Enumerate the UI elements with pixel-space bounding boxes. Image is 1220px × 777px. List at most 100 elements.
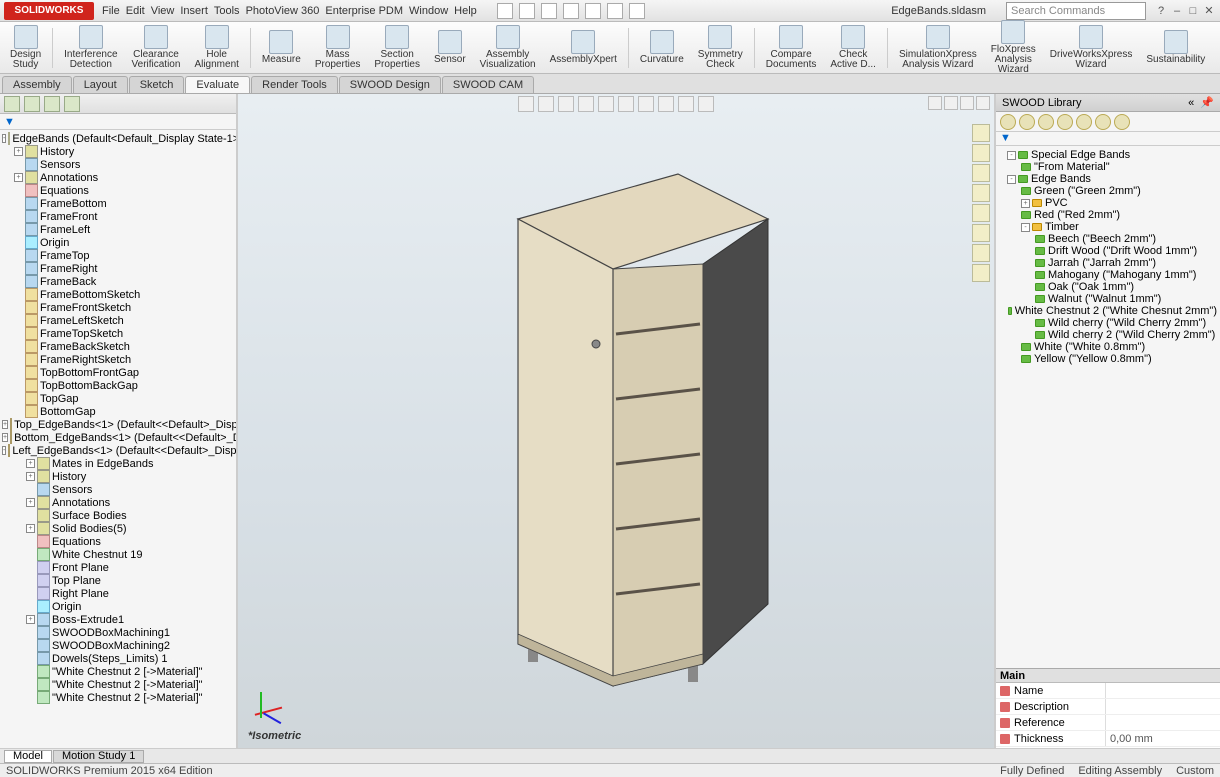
tree-item[interactable]: FrameBack [2, 275, 234, 288]
expand-icon[interactable]: + [1021, 199, 1030, 208]
tree-item[interactable]: TopBottomBackGap [2, 379, 234, 392]
expand-icon[interactable]: + [14, 147, 23, 156]
taskpane-custom-props-icon[interactable] [972, 224, 990, 242]
tree-item[interactable]: "White Chestnut 2 [->Material]" [2, 678, 234, 691]
swood-tool-4-icon[interactable] [1057, 114, 1073, 130]
menu-insert[interactable]: Insert [180, 5, 208, 17]
library-item[interactable]: Wild cherry 2 ("Wild Cherry 2mm") [999, 329, 1217, 341]
tree-item[interactable]: TopGap [2, 392, 234, 405]
menu-view[interactable]: View [151, 5, 175, 17]
tree-item[interactable]: +Annotations [2, 171, 234, 184]
tree-item[interactable]: +Top_EdgeBands<1> (Default<<Default>_Dis… [2, 418, 234, 431]
vp-minimize-icon[interactable] [944, 96, 958, 110]
tree-item[interactable]: Origin [2, 236, 234, 249]
menu-help[interactable]: Help [454, 5, 477, 17]
tree-item[interactable]: FrameLeft [2, 223, 234, 236]
tree-item[interactable]: +Solid Bodies(5) [2, 522, 234, 535]
taskpane-appearances-icon[interactable] [972, 204, 990, 222]
library-item[interactable]: -Timber [999, 221, 1217, 233]
view-settings-icon[interactable] [698, 96, 714, 112]
tab-render-tools[interactable]: Render Tools [251, 76, 338, 93]
tree-item[interactable]: Top Plane [2, 574, 234, 587]
view-orient-icon[interactable] [598, 96, 614, 112]
prop-row[interactable]: Description [996, 699, 1220, 715]
library-item[interactable]: Mahogany ("Mahogany 1mm") [999, 269, 1217, 281]
qat-print-icon[interactable] [563, 3, 579, 19]
apply-scene-icon[interactable] [678, 96, 694, 112]
taskpane-home-icon[interactable] [972, 124, 990, 142]
prop-value[interactable]: 0,00 mm [1106, 731, 1220, 746]
qat-open-icon[interactable] [519, 3, 535, 19]
expand-icon[interactable]: + [14, 173, 23, 182]
panel-pin-icon[interactable]: 📌 [1200, 96, 1214, 109]
library-item[interactable]: Green ("Green 2mm") [999, 185, 1217, 197]
tab-layout[interactable]: Layout [73, 76, 128, 93]
prop-value[interactable] [1106, 699, 1220, 714]
tree-item[interactable]: SWOODBoxMachining1 [2, 626, 234, 639]
library-item[interactable]: Beech ("Beech 2mm") [999, 233, 1217, 245]
tree-item[interactable]: BottomGap [2, 405, 234, 418]
library-item[interactable]: Jarrah ("Jarrah 2mm") [999, 257, 1217, 269]
ribbon-simulationxpress[interactable]: SimulationXpress Analysis Wizard [893, 23, 983, 72]
library-item[interactable]: White ("White 0.8mm") [999, 341, 1217, 353]
panel-collapse-icon[interactable]: « [1188, 97, 1194, 109]
search-commands-input[interactable]: Search Commands [1006, 2, 1146, 20]
expand-icon[interactable]: - [1007, 175, 1016, 184]
library-item[interactable]: Walnut ("Walnut 1mm") [999, 293, 1217, 305]
qat-rebuild-icon[interactable] [629, 3, 645, 19]
ribbon-assembly[interactable]: Assembly Visualization [474, 23, 542, 72]
taskpane-forum-icon[interactable] [972, 264, 990, 282]
zoom-fit-icon[interactable] [518, 96, 534, 112]
tree-item[interactable]: -Left_EdgeBands<1> (Default<<Default>_Di… [2, 444, 234, 457]
swood-tool-3-icon[interactable] [1038, 114, 1054, 130]
graphics-viewport[interactable]: *Isometric ↖ [238, 94, 994, 748]
ribbon-mass[interactable]: Mass Properties [309, 23, 367, 72]
close-icon[interactable]: ✕ [1202, 4, 1216, 18]
prev-view-icon[interactable] [558, 96, 574, 112]
expand-icon[interactable]: + [2, 433, 8, 442]
ribbon-sensor[interactable]: Sensor [428, 28, 472, 67]
taskpane-design-lib-icon[interactable] [972, 144, 990, 162]
library-item[interactable]: Wild cherry ("Wild Cherry 2mm") [999, 317, 1217, 329]
expand-icon[interactable]: + [26, 472, 35, 481]
tree-item[interactable]: Right Plane [2, 587, 234, 600]
expand-icon[interactable]: + [2, 420, 8, 429]
library-item[interactable]: White Chestnut 2 ("White Chesnut 2mm") [999, 305, 1217, 317]
help-icon[interactable]: ? [1154, 4, 1168, 18]
tree-item[interactable]: Sensors [2, 158, 234, 171]
prop-value[interactable] [1106, 683, 1220, 698]
tree-item[interactable]: +Mates in EdgeBands [2, 457, 234, 470]
zoom-area-icon[interactable] [538, 96, 554, 112]
qat-undo-icon[interactable] [585, 3, 601, 19]
expand-icon[interactable]: - [1007, 151, 1016, 160]
menu-file[interactable]: File [102, 5, 120, 17]
tree-item[interactable]: SWOODBoxMachining2 [2, 639, 234, 652]
prop-row[interactable]: Name [996, 683, 1220, 699]
tree-item[interactable]: FrameRight [2, 262, 234, 275]
tree-item[interactable]: FrameBottom [2, 197, 234, 210]
tree-item[interactable]: TopBottomFrontGap [2, 366, 234, 379]
tree-item[interactable]: FrameRightSketch [2, 353, 234, 366]
expand-icon[interactable]: - [2, 134, 6, 143]
expand-icon[interactable]: + [26, 524, 35, 533]
tree-item[interactable]: Sensors [2, 483, 234, 496]
ribbon-symmetry[interactable]: Symmetry Check [692, 23, 749, 72]
prop-value[interactable] [1106, 715, 1220, 730]
qat-options-icon[interactable] [607, 3, 623, 19]
taskpane-swood-icon[interactable] [972, 244, 990, 262]
library-item[interactable]: Red ("Red 2mm") [999, 209, 1217, 221]
tree-item[interactable]: Dowels(Steps_Limits) 1 [2, 652, 234, 665]
ribbon-sustainability[interactable]: Sustainability [1140, 28, 1211, 67]
prop-row[interactable]: Thickness0,00 mm [996, 731, 1220, 747]
tree-item[interactable]: Origin [2, 600, 234, 613]
library-item[interactable]: Drift Wood ("Drift Wood 1mm") [999, 245, 1217, 257]
fm-tab-config-icon[interactable] [44, 96, 60, 112]
fm-tab-dimx-icon[interactable] [64, 96, 80, 112]
vp-link-icon[interactable] [928, 96, 942, 110]
swood-library-tree[interactable]: -Special Edge Bands"From Material"-Edge … [996, 146, 1220, 668]
library-item[interactable]: -Special Edge Bands [999, 149, 1217, 161]
tab-swood-design[interactable]: SWOOD Design [339, 76, 441, 93]
fm-tab-tree-icon[interactable] [4, 96, 20, 112]
maximize-icon[interactable]: □ [1186, 4, 1200, 18]
minimize-icon[interactable]: – [1170, 4, 1184, 18]
